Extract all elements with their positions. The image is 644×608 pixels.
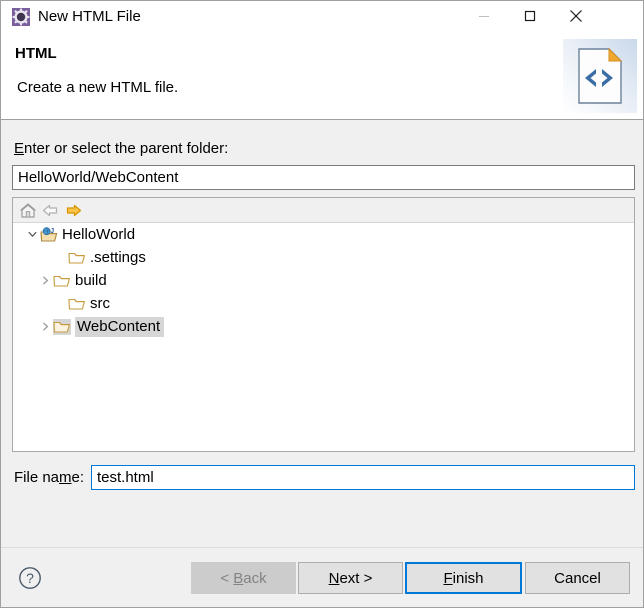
folder-icon [68,250,86,266]
window-title: New HTML File [38,8,141,25]
html-file-page-icon [563,39,637,113]
wizard-header: HTML Create a new HTML file. [1,32,643,120]
eclipse-wizard-gear-icon [12,8,30,26]
expander-placeholder [53,250,68,265]
cancel-button[interactable]: Cancel [525,562,630,594]
expander-placeholder [53,296,68,311]
finish-button[interactable]: Finish [405,562,522,594]
tree-item-label: src [90,294,110,312]
help-icon[interactable]: ? [18,566,42,590]
back-arrow-icon[interactable] [41,202,59,219]
file-name-input[interactable] [91,465,635,490]
maximize-button[interactable] [507,1,553,31]
svg-text:?: ? [26,570,34,586]
back-button[interactable]: < Back [191,562,296,594]
tree-item-label: HelloWorld [62,225,136,243]
tree-item-label: build [75,271,107,289]
dialog-body: Enter or select the parent folder: Hello… [1,120,643,547]
chevron-right-icon[interactable] [38,273,53,288]
folder-icon [68,296,86,312]
new-html-file-dialog: New HTML File HTML Create a new HTML fil… [0,0,644,608]
tree-item-label: WebContent [75,316,165,337]
file-name-label: File name: [14,469,85,486]
home-icon[interactable] [19,202,37,219]
tree-toolbar [13,198,634,223]
parent-folder-label-rest: nter or select the parent folder: [24,140,229,157]
java-web-project-icon: J [40,226,58,243]
dialog-footer: ? < Back Next > Finish Cancel [1,547,643,607]
folder-icon [53,273,71,289]
tree-row[interactable]: src [13,292,634,315]
close-button[interactable] [553,1,599,31]
tree-row[interactable]: WebContent [13,315,634,338]
minimize-button[interactable] [461,1,507,31]
page-description: Create a new HTML file. [17,79,179,96]
chevron-right-icon[interactable] [38,319,53,334]
tree-row[interactable]: J HelloWorld [13,223,634,246]
svg-text:J: J [50,228,54,235]
folder-icon [53,318,71,335]
tree-row[interactable]: .settings [13,246,634,269]
folder-tree-panel: J HelloWorld .settings build src WebCont… [12,197,635,452]
parent-folder-label: Enter or select the parent folder: [14,140,229,157]
page-title: HTML [15,45,57,62]
parent-folder-input[interactable] [12,165,635,190]
tree-row[interactable]: build [13,269,634,292]
next-button[interactable]: Next > [298,562,403,594]
title-bar: New HTML File [1,1,643,33]
forward-arrow-icon[interactable] [65,202,83,219]
chevron-down-icon[interactable] [25,227,40,242]
tree-item-label: .settings [90,248,146,266]
folder-tree[interactable]: J HelloWorld .settings build src WebCont… [13,223,634,451]
